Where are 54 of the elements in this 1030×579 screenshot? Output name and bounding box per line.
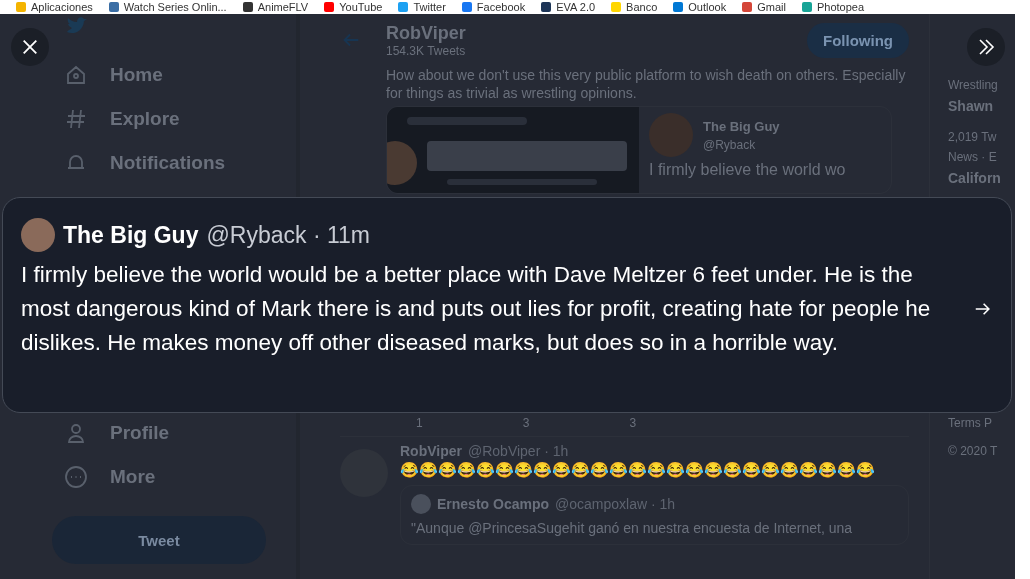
quoted-author-meta: @ocampoxlaw · 1h xyxy=(555,496,676,512)
card-author-handle: @Ryback xyxy=(703,137,757,152)
action-count[interactable]: 3 xyxy=(522,416,530,430)
quoted-author-name: Ernesto Ocampo xyxy=(437,496,550,512)
link-card[interactable]: The Big Guy @Ryback I firmly believe the world wo xyxy=(386,106,892,194)
avatar xyxy=(411,494,431,514)
quoted-tweet[interactable]: Ernesto Ocampo @ocampoxlaw · 1h "Aunque @PrincesaSugehit ganó en nuestra encuesta de Internet, una xyxy=(400,485,909,545)
double-chevron-icon xyxy=(976,37,996,57)
bookmark-link[interactable]: Banco xyxy=(626,1,658,13)
author-name: RobViper xyxy=(400,443,462,459)
expand-button[interactable] xyxy=(967,28,1005,66)
tweet-text: I firmly believe the world would be a better place with Dave Meltzer 6 feet under. He is the most dangerous kind of Mark there is and puts out lies for profit, creating hate for people he dislikes. He makes money off other diseased marks, but does so in a horrible way. xyxy=(21,261,932,357)
close-icon xyxy=(21,38,39,56)
trend-text: 2,019 Tw xyxy=(948,130,998,144)
bookmark-link[interactable]: Aplicaciones xyxy=(31,1,93,13)
trend-text: News · E xyxy=(948,150,998,164)
trend-text: Shawn xyxy=(948,98,995,114)
action-count[interactable]: 1 xyxy=(416,416,423,430)
bookmark-link[interactable]: Gmail xyxy=(757,1,786,13)
bookmark-link[interactable]: Photopea xyxy=(816,1,865,13)
nav-item[interactable]: Home xyxy=(60,60,167,90)
author-meta: @Ryback · 11m xyxy=(206,221,370,249)
footer-text: © 2020 T xyxy=(948,444,999,458)
trend-text: Wrestling xyxy=(948,78,999,92)
action-count[interactable]: 3 xyxy=(629,416,637,430)
nav-item[interactable]: More xyxy=(60,462,160,492)
close-button[interactable] xyxy=(11,28,49,66)
tweet-button[interactable]: Tweet xyxy=(52,516,266,564)
author-meta: @RobViper · 1h xyxy=(468,443,569,459)
reply-text: 😂😂😂😂😂😂😂😂😂😂😂😂😂😂😂😂😂😂😂😂😂😂😂😂😂 xyxy=(400,461,876,479)
profile-name: RobViper xyxy=(386,22,467,44)
bookmark-link[interactable]: Facebook xyxy=(476,1,526,13)
footer-text: Terms P xyxy=(948,416,993,430)
bookmark-link[interactable]: Outlook xyxy=(688,1,727,13)
card-text: I firmly believe the world wo xyxy=(649,161,846,179)
avatar xyxy=(21,218,55,252)
nav-item[interactable]: Profile xyxy=(60,418,174,448)
tweet-count: 154.3K Tweets xyxy=(386,43,467,58)
bookmark-link[interactable]: Twitter xyxy=(413,1,446,13)
hash-icon xyxy=(64,107,88,131)
bookmark-link[interactable]: EVA 2.0 xyxy=(556,1,596,13)
card-author-name: The Big Guy xyxy=(703,118,780,134)
nav-item[interactable]: Notifications xyxy=(60,148,230,178)
home-icon xyxy=(64,63,88,87)
nav-item[interactable]: Explore xyxy=(60,104,184,134)
bookmark-link[interactable]: YouTube xyxy=(339,1,383,13)
more-icon xyxy=(64,465,88,489)
bookmark-link[interactable]: AnimeFLV xyxy=(257,1,309,13)
quoted-text: "Aunque @PrincesaSugehit ganó en nuestra encuesta de Internet, una xyxy=(411,520,854,536)
trend-text: Californ xyxy=(948,170,1002,186)
tweet-text: How about we don't use this very public platform to wish death on others. Especially for things as trivial as wrestling opinions. xyxy=(386,66,907,102)
bookmark-link[interactable]: Watch Series Onlin... xyxy=(123,1,227,13)
author-name: The Big Guy xyxy=(63,221,199,249)
following-button[interactable]: Following xyxy=(807,22,909,58)
